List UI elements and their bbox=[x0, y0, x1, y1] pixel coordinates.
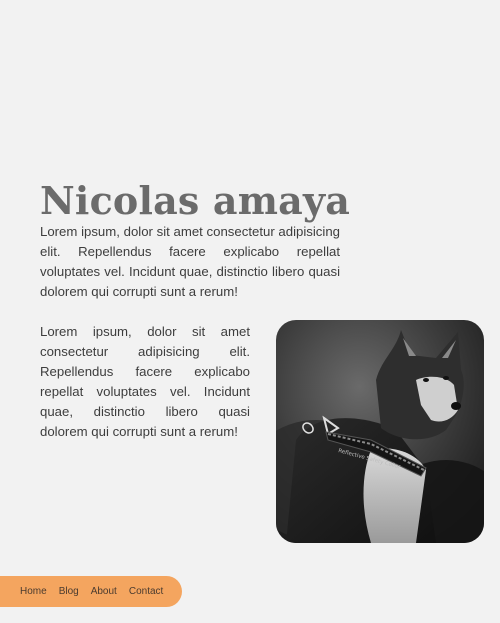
section-paragraph: Lorem ipsum, dolor sit amet consectetur … bbox=[40, 324, 250, 439]
page-title: Nicolas amaya bbox=[40, 178, 351, 223]
nav-link-contact[interactable]: Contact bbox=[129, 586, 163, 597]
nav-link-blog[interactable]: Blog bbox=[59, 586, 79, 597]
nav-link-about[interactable]: About bbox=[91, 586, 117, 597]
intro-paragraph: Lorem ipsum, dolor sit amet consectetur … bbox=[40, 224, 340, 299]
nav-link-home[interactable]: Home bbox=[20, 586, 47, 597]
footer-nav: Home Blog About Contact bbox=[0, 576, 182, 607]
dog-photo: Reflective Safety Collar bbox=[276, 320, 484, 543]
